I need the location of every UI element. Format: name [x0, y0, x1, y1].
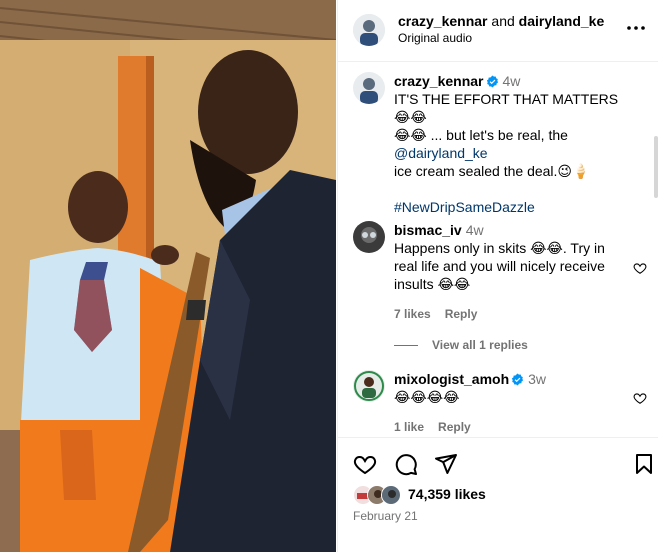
comment-likes[interactable]: 7 likes: [394, 307, 431, 321]
author-username[interactable]: crazy_kennar: [398, 13, 488, 29]
comment-likes[interactable]: 1 like: [394, 420, 424, 434]
caption-mention[interactable]: @dairyland_ke: [394, 144, 634, 162]
view-replies-button[interactable]: View all 1 replies: [394, 338, 528, 352]
comment-time[interactable]: 4w: [466, 222, 484, 238]
audio-link[interactable]: Original audio: [398, 31, 472, 45]
comment-meta: 1 like Reply: [394, 418, 634, 436]
comment-bubble-icon[interactable]: [394, 452, 418, 476]
comment-text-line: Happens only in skits 😂😂. Try in: [394, 240, 605, 256]
collab-names: crazy_kennar and dairyland_ke: [398, 13, 604, 29]
caption-body: crazy_kennar 4w IT'S THE EFFORT THAT MATT…: [394, 72, 634, 216]
post-image: [0, 0, 336, 552]
caption-avatar[interactable]: [353, 72, 385, 104]
comment-time[interactable]: 3w: [528, 371, 546, 387]
likers-avatars[interactable]: [353, 485, 403, 505]
share-paper-plane-icon[interactable]: [434, 452, 458, 476]
likes-count[interactable]: 74,359 likes: [408, 486, 486, 502]
comments-scrollbar[interactable]: [654, 136, 658, 198]
comment-meta: 7 likes Reply: [394, 305, 634, 323]
post-header: crazy_kennar and dairyland_ke Original a…: [338, 0, 658, 62]
caption-hashtag[interactable]: #NewDripSameDazzle: [394, 198, 634, 216]
comments-list: crazy_kennar 4w IT'S THE EFFORT THAT MATT…: [338, 62, 658, 436]
collaborator-username[interactable]: dairyland_ke: [519, 13, 605, 29]
caption-line-1: IT'S THE EFFORT THAT MATTERS😂😂: [394, 91, 619, 125]
comment-username[interactable]: bismac_iv: [394, 222, 462, 238]
liker-avatar: [381, 485, 401, 505]
comment-username[interactable]: mixologist_amoh: [394, 371, 509, 387]
caption-time[interactable]: 4w: [503, 73, 521, 89]
post-photo[interactable]: [0, 0, 336, 552]
action-bar: 74,359 likes February 21: [338, 437, 658, 552]
comment-text-line: insults 😂😂: [394, 276, 471, 292]
comment-body: mixologist_amoh 3w 😂😂😂😂 1 like Reply: [394, 370, 634, 436]
view-replies-label: View all 1 replies: [432, 338, 528, 352]
caption-username[interactable]: crazy_kennar: [394, 73, 484, 89]
comment-body: bismac_iv 4w Happens only in skits 😂😂. Tr…: [394, 221, 634, 323]
reply-button[interactable]: Reply: [438, 420, 471, 434]
verified-badge-icon: [512, 373, 524, 386]
bookmark-icon[interactable]: [632, 452, 656, 476]
commenter-avatar[interactable]: [353, 370, 385, 402]
commenter-avatar[interactable]: [353, 221, 385, 253]
heart-icon[interactable]: [633, 391, 647, 405]
comment-text-line: real life and you will nicely receive: [394, 258, 605, 274]
author-avatar[interactable]: [353, 14, 385, 46]
collab-joiner: and: [491, 13, 515, 29]
reply-button[interactable]: Reply: [445, 307, 478, 321]
more-horizontal-icon[interactable]: [626, 18, 646, 38]
caption-line-3: ice cream sealed the deal.😉🍦: [394, 163, 590, 179]
post-date[interactable]: February 21: [353, 509, 418, 523]
verified-badge-icon: [486, 75, 498, 88]
post-panel: crazy_kennar and dairyland_ke Original a…: [337, 0, 658, 552]
replies-line: [394, 345, 418, 347]
comment-text-line: 😂😂😂😂: [394, 389, 460, 405]
like-heart-icon[interactable]: [353, 452, 377, 476]
caption-line-2: 😂😂 ... but let's be real, the: [394, 127, 568, 143]
heart-icon[interactable]: [633, 261, 647, 275]
